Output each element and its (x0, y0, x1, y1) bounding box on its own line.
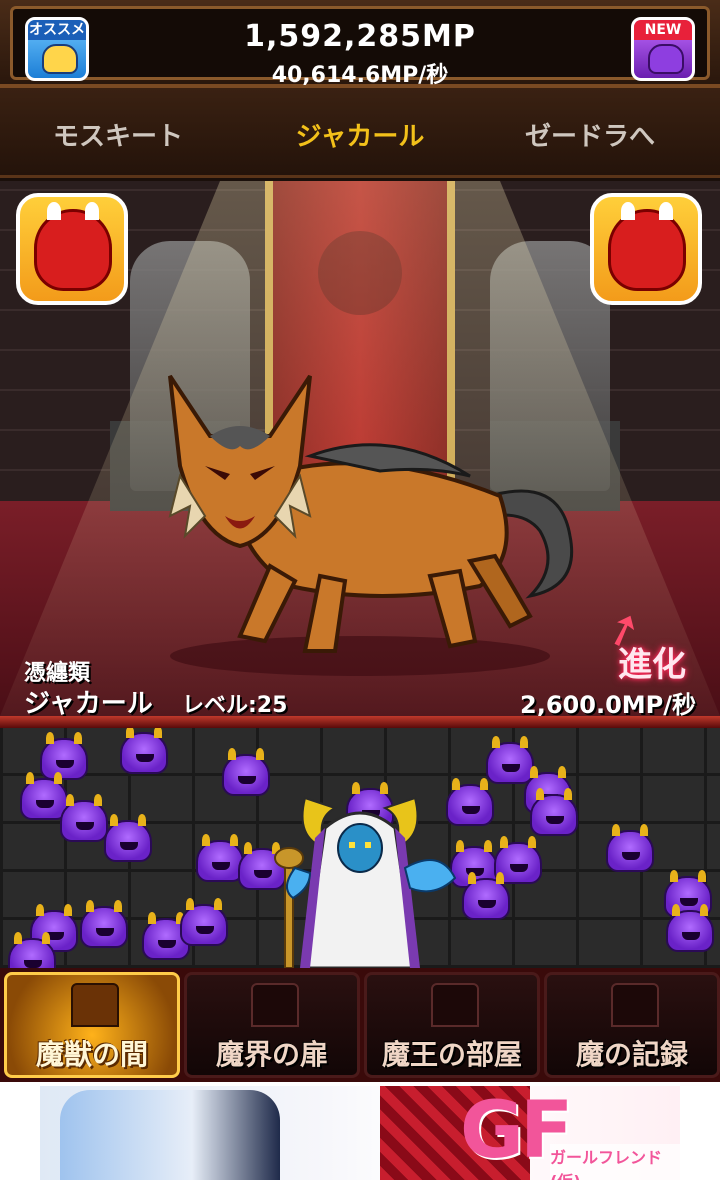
minion-sprite[interactable] (486, 736, 534, 784)
minion-sprite[interactable] (180, 898, 228, 946)
scene-divider (0, 716, 720, 728)
devil-icon (608, 202, 686, 291)
mp-rate: 40,614.6MP/秒 (271, 63, 449, 88)
right-devil-button[interactable] (590, 193, 702, 305)
top-hud: オススメ 1,592,285MP 40,614.6MP/秒 NEW (0, 0, 720, 88)
evolve-button[interactable]: ➚ 進化 (597, 599, 700, 691)
tab-next-monster[interactable]: ゼードラへ (480, 116, 700, 153)
minion-sprite[interactable] (80, 900, 128, 948)
monster-name: ジャカール (24, 689, 153, 716)
dungeon-field[interactable] (0, 728, 720, 968)
monster-room-icon (71, 983, 119, 1027)
minion-sprite[interactable] (60, 794, 108, 842)
nav-records[interactable]: 魔の記録 (544, 972, 720, 1078)
ad-banner[interactable]: GF ガールフレンド(仮) i (40, 1086, 680, 1180)
nav-label: 魔の記録 (575, 1038, 688, 1071)
minion-sprite[interactable] (40, 732, 88, 780)
monster-level: レベル:25 (182, 693, 288, 716)
jackal-monster-sprite[interactable] (130, 366, 590, 676)
monster-tabs: モスキート ジャカール ゼードラへ (0, 88, 720, 178)
left-devil-button[interactable] (16, 193, 128, 305)
mp-total: 1,592,285MP (244, 19, 476, 54)
minion-sprite[interactable] (606, 824, 654, 872)
minion-sprite[interactable] (462, 872, 510, 920)
mp-display-panel: オススメ 1,592,285MP 40,614.6MP/秒 NEW (10, 6, 710, 88)
nav-label: 魔界の扉 (215, 1038, 328, 1071)
monster-mp-rate: 2,600.0MP/秒 (520, 691, 696, 716)
ad-area: GF ガールフレンド(仮) i (0, 1082, 720, 1180)
demon-king-icon (431, 983, 479, 1027)
devil-icon (34, 202, 112, 291)
nav-demon-gate[interactable]: 魔界の扉 (184, 972, 360, 1078)
record-book-icon (611, 983, 659, 1027)
tab-prev-monster[interactable]: モスキート (8, 116, 228, 153)
nav-demon-king-room[interactable]: 魔王の部屋 (364, 972, 540, 1078)
bottom-nav: 魔獣の間 魔界の扉 魔王の部屋 魔の記録 (0, 968, 720, 1082)
nav-label: 魔王の部屋 (381, 1038, 522, 1071)
evolve-label: 進化 (618, 645, 686, 685)
new-label: NEW (634, 20, 692, 40)
monster-room-scene: ➚ 進化 憑纏類 ジャカール レベル:25 2,600.0MP/秒 (0, 181, 720, 716)
minion-sprite[interactable] (120, 728, 168, 774)
minion-sprite[interactable] (530, 788, 578, 836)
tab-current-monster[interactable]: ジャカール (250, 116, 470, 153)
ad-character-image (60, 1090, 280, 1180)
demon-lord-sprite[interactable] (255, 788, 465, 968)
jackal-icon (168, 374, 574, 676)
nav-monster-room[interactable]: 魔獣の間 (4, 972, 180, 1078)
gate-icon (251, 983, 299, 1027)
demon-lord-icon (274, 796, 457, 968)
minion-sprite[interactable] (8, 932, 56, 968)
minion-sprite[interactable] (104, 814, 152, 862)
nav-label: 魔獣の間 (35, 1038, 148, 1071)
new-monster-icon (648, 44, 684, 74)
minion-sprite[interactable] (666, 904, 714, 952)
ad-subtitle: ガールフレンド(仮) (550, 1144, 680, 1180)
new-monster-button[interactable]: NEW (631, 17, 695, 81)
minion-sprite[interactable] (196, 834, 244, 882)
